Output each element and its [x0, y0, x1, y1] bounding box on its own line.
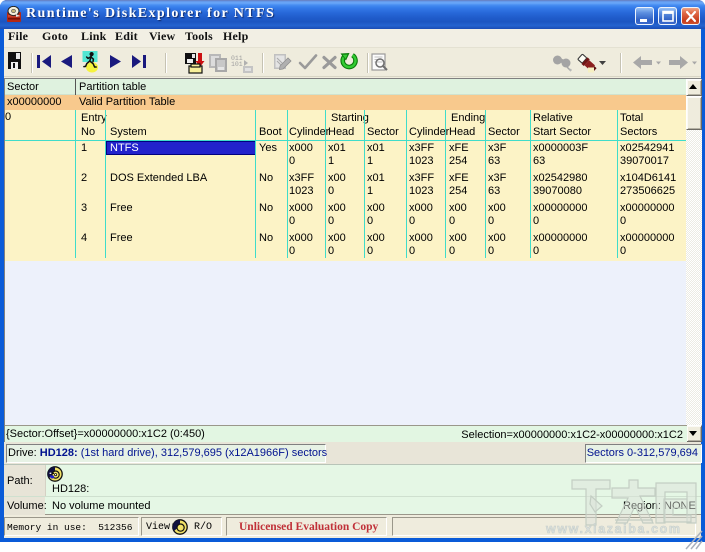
- svg-text:www.xiazaiba.com: www.xiazaiba.com: [545, 522, 682, 536]
- svg-text:101: 101: [231, 61, 243, 68]
